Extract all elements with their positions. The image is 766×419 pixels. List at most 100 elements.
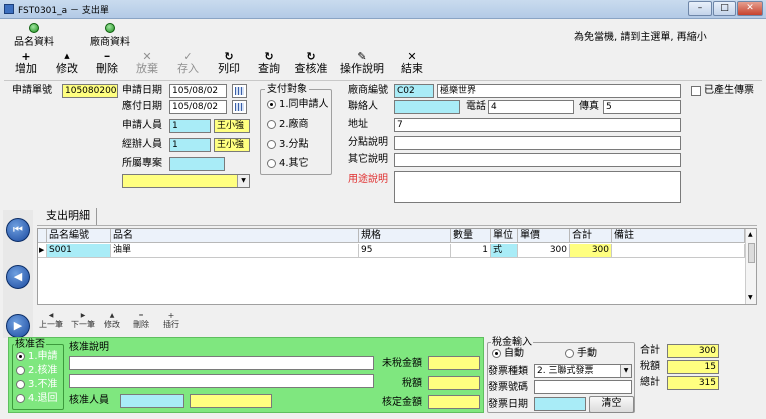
scroll-thumb[interactable]: [748, 243, 755, 263]
fax-field[interactable]: 5: [603, 100, 681, 114]
approver-id-field[interactable]: [120, 394, 184, 408]
col-header-unit[interactable]: 單位: [491, 229, 518, 243]
minimize-button[interactable]: –: [688, 1, 712, 16]
table-cell[interactable]: 式: [491, 244, 518, 258]
save-button[interactable]: ✓ 存入: [172, 51, 204, 79]
scroll-up-icon[interactable]: ▲: [748, 231, 753, 238]
col-header-qty[interactable]: 數量: [451, 229, 491, 243]
invoice-no-field[interactable]: [534, 380, 632, 394]
x-icon: ✕: [407, 50, 417, 63]
radio-approve[interactable]: 2.核准: [16, 364, 58, 377]
contact-field[interactable]: [394, 100, 460, 114]
col-header-price[interactable]: 單價: [518, 229, 570, 243]
phone-field[interactable]: 4: [488, 100, 574, 114]
edit-row-button[interactable]: ▲ 修改: [101, 311, 123, 329]
project-field[interactable]: [169, 157, 225, 171]
delete-button[interactable]: ━ 刪除: [91, 51, 123, 79]
table-cell[interactable]: 95: [359, 244, 451, 258]
minus-icon: ━: [139, 312, 143, 319]
tab-expense-detail[interactable]: 支出明細: [40, 208, 97, 226]
next-row-button[interactable]: ▶ 下一筆: [70, 311, 96, 329]
table-cell[interactable]: 油單: [111, 244, 359, 258]
first-record-icon[interactable]: ⏮: [6, 218, 30, 242]
calendar-icon[interactable]: [232, 100, 247, 114]
voucher-checkbox[interactable]: [691, 86, 701, 96]
radio-apply[interactable]: 1.申請: [16, 350, 58, 363]
col-header-name[interactable]: 品名: [111, 229, 359, 243]
radio-return[interactable]: 4.退回: [16, 392, 58, 405]
query-approved-button[interactable]: ↻ 查核准: [290, 51, 332, 79]
radio-icon: [267, 139, 276, 149]
query-button[interactable]: ↻ 查詢: [253, 51, 285, 79]
maximize-button[interactable]: □: [713, 1, 736, 16]
table-cell[interactable]: S001: [47, 244, 111, 258]
radio-auto[interactable]: 自動: [492, 347, 524, 360]
app-icon: [4, 4, 14, 14]
branch-desc-field[interactable]: [394, 136, 681, 150]
purpose-field[interactable]: [394, 171, 681, 203]
radio-same-applicant[interactable]: 1.同申請人: [267, 98, 329, 111]
right-arrow-icon: ▶: [80, 312, 86, 319]
project-select[interactable]: ▼: [122, 174, 250, 188]
radio-manual[interactable]: 手動: [565, 347, 597, 360]
grand-total-field: 315: [667, 376, 719, 390]
radio-icon: [267, 99, 276, 109]
clear-button[interactable]: 清空: [589, 396, 634, 413]
invoice-date-field[interactable]: [534, 397, 586, 411]
scroll-down-icon[interactable]: ▼: [748, 294, 753, 301]
other-desc-field[interactable]: [394, 153, 681, 167]
req-no-field[interactable]: 1050802002: [62, 84, 118, 98]
print-button[interactable]: ↻ 列印: [213, 51, 245, 79]
radio-other[interactable]: 4.其它: [267, 157, 309, 170]
applicant-id-field[interactable]: 1: [169, 119, 211, 133]
calendar-icon[interactable]: [232, 84, 247, 98]
address-field[interactable]: 7: [394, 118, 681, 132]
row-indicator-header: [38, 229, 47, 243]
pay-date-field[interactable]: 105/08/02: [169, 100, 227, 114]
approval-desc-label: 核准說明: [69, 342, 109, 353]
col-header-total[interactable]: 合計: [570, 229, 612, 243]
dropdown-arrow-icon[interactable]: ▼: [620, 365, 631, 377]
applicant-label: 申請人員: [122, 120, 162, 131]
radio-reject[interactable]: 3.不准: [16, 378, 58, 391]
next-record-icon[interactable]: ▶: [6, 314, 30, 338]
vertical-scrollbar[interactable]: ▲ ▼: [745, 229, 756, 304]
approver-name-field: [190, 394, 272, 408]
col-header-spec[interactable]: 規格: [359, 229, 451, 243]
save-label: 存入: [177, 62, 199, 75]
help-label: 操作說明: [340, 62, 384, 75]
table-cell[interactable]: 300: [518, 244, 570, 258]
radio-icon: [16, 393, 25, 403]
dropdown-arrow-icon[interactable]: ▼: [237, 175, 249, 187]
prev-row-button[interactable]: ◀ 上一筆: [38, 311, 64, 329]
cancel-button[interactable]: ✕ 放棄: [131, 51, 163, 79]
radio-label: 手動: [577, 348, 597, 359]
tab-vendor-data[interactable]: 廠商資料: [86, 23, 134, 49]
radio-label: 1.同申請人: [279, 99, 329, 110]
table-cell[interactable]: 300: [570, 244, 612, 258]
col-header-note[interactable]: 備註: [612, 229, 745, 243]
delete-row-button[interactable]: ━ 刪除: [130, 311, 152, 329]
help-button[interactable]: ✎ 操作說明: [337, 51, 387, 79]
tab-item-data[interactable]: 品名資料: [14, 23, 54, 49]
handler-id-field[interactable]: 1: [169, 138, 211, 152]
close-button[interactable]: ✕: [737, 1, 763, 16]
invoice-type-select[interactable]: 2. 三聯式發票 ▼: [534, 364, 632, 378]
exit-button[interactable]: ✕ 結束: [396, 51, 428, 79]
add-button[interactable]: + 增加: [10, 51, 42, 79]
table-cell[interactable]: 1: [451, 244, 491, 258]
radio-icon: [16, 365, 25, 375]
req-date-field[interactable]: 105/08/02: [169, 84, 227, 98]
edit-label: 修改: [56, 62, 78, 75]
insert-row-button[interactable]: + 插行: [160, 311, 182, 329]
vendor-code-field[interactable]: C02: [394, 84, 434, 98]
radio-vendor[interactable]: 2.廠商: [267, 118, 309, 131]
approval-desc-field-2[interactable]: [69, 374, 374, 388]
edit-button[interactable]: ▲ 修改: [51, 51, 83, 79]
x-icon: ✕: [142, 50, 152, 63]
col-header-code[interactable]: 品名編號: [47, 229, 111, 243]
approval-desc-field-1[interactable]: [69, 356, 374, 370]
table-cell[interactable]: [612, 244, 745, 258]
prev-record-icon[interactable]: ◀: [6, 265, 30, 289]
radio-branch[interactable]: 3.分點: [267, 138, 309, 151]
